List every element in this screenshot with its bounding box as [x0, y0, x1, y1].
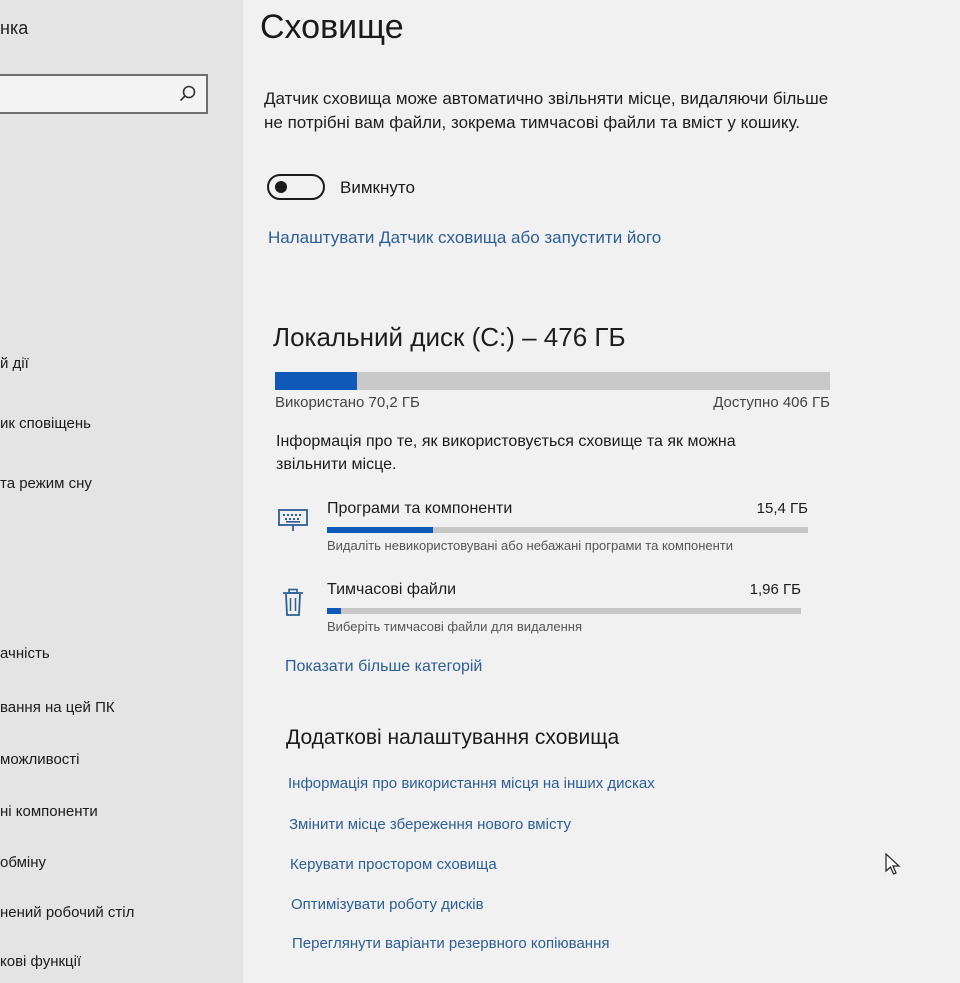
- category-name: Тимчасові файли: [327, 581, 457, 598]
- sidebar-item-optional-features[interactable]: кові функції: [0, 953, 81, 970]
- sidebar-item-actions[interactable]: й дії: [0, 355, 29, 372]
- storage-info-text: Інформація про те, як використовується с…: [276, 433, 736, 473]
- category-bar-fill: [327, 527, 433, 533]
- sidebar-title: нка: [0, 18, 29, 38]
- category-description: Виберіть тимчасові файли для видалення: [327, 619, 583, 634]
- main-panel: Сховище Датчик сховища може автоматично …: [243, 0, 960, 983]
- sidebar-item-projecting[interactable]: вання на цей ПК: [0, 699, 115, 716]
- other-drives-usage-link[interactable]: Інформація про використання місця на інш…: [288, 775, 655, 792]
- mouse-cursor-icon: [885, 853, 901, 875]
- manage-storage-spaces-link[interactable]: Керувати простором сховища: [290, 856, 497, 873]
- search-input[interactable]: [0, 74, 208, 114]
- drive-free-label: Доступно 406 ГБ: [713, 394, 830, 411]
- page-title: Сховище: [260, 8, 404, 46]
- storage-sense-description: Датчик сховища може автоматично звільнят…: [264, 89, 829, 132]
- sidebar-item-power-sleep[interactable]: та режим сну: [0, 475, 92, 492]
- category-bar: [327, 608, 801, 614]
- sidebar: нка й дії ик сповіщень та режим сну ачні…: [0, 0, 243, 983]
- configure-storage-sense-link[interactable]: Налаштувати Датчик сховища або запустити…: [268, 228, 661, 248]
- change-save-location-link[interactable]: Змінити місце збереження нового вмісту: [289, 816, 571, 833]
- toggle-knob: [275, 181, 287, 193]
- drive-usage-fill: [275, 372, 357, 390]
- category-bar: [327, 527, 808, 533]
- optimize-drives-link[interactable]: Оптимізувати роботу дисків: [291, 896, 484, 913]
- trash-icon: [283, 588, 303, 616]
- sidebar-item-remote-desktop[interactable]: нений робочий стіл: [0, 904, 134, 921]
- category-bar-fill: [327, 608, 342, 614]
- storage-sense-toggle[interactable]: [267, 174, 325, 200]
- sidebar-item-notifications[interactable]: ик сповіщень: [0, 415, 91, 432]
- extra-settings-heading: Додаткові налаштування сховища: [286, 726, 620, 749]
- category-name: Програми та компоненти: [327, 500, 513, 517]
- keyboard-icon: [278, 509, 308, 531]
- toggle-state-label: Вимкнуто: [340, 178, 415, 197]
- category-size: 15,4 ГБ: [756, 500, 808, 517]
- sidebar-item-components[interactable]: ні компоненти: [0, 803, 98, 820]
- show-more-categories-link[interactable]: Показати більше категорій: [285, 658, 482, 676]
- drive-usage-bar[interactable]: [275, 372, 830, 390]
- sidebar-item-clipboard[interactable]: обміну: [0, 854, 46, 871]
- sidebar-item-productivity[interactable]: ачність: [0, 645, 50, 662]
- backup-options-link[interactable]: Переглянути варіанти резервного копіюван…: [292, 935, 610, 952]
- sidebar-item-shared-experiences[interactable]: можливості: [0, 751, 80, 768]
- drive-used-label: Використано 70,2 ГБ: [275, 394, 420, 411]
- category-description: Видаліть невикористовувані або небажані …: [327, 538, 734, 553]
- category-size: 1,96 ГБ: [749, 581, 801, 598]
- search-icon: [179, 85, 196, 102]
- drive-title: Локальний диск (C:) – 476 ГБ: [273, 322, 626, 352]
